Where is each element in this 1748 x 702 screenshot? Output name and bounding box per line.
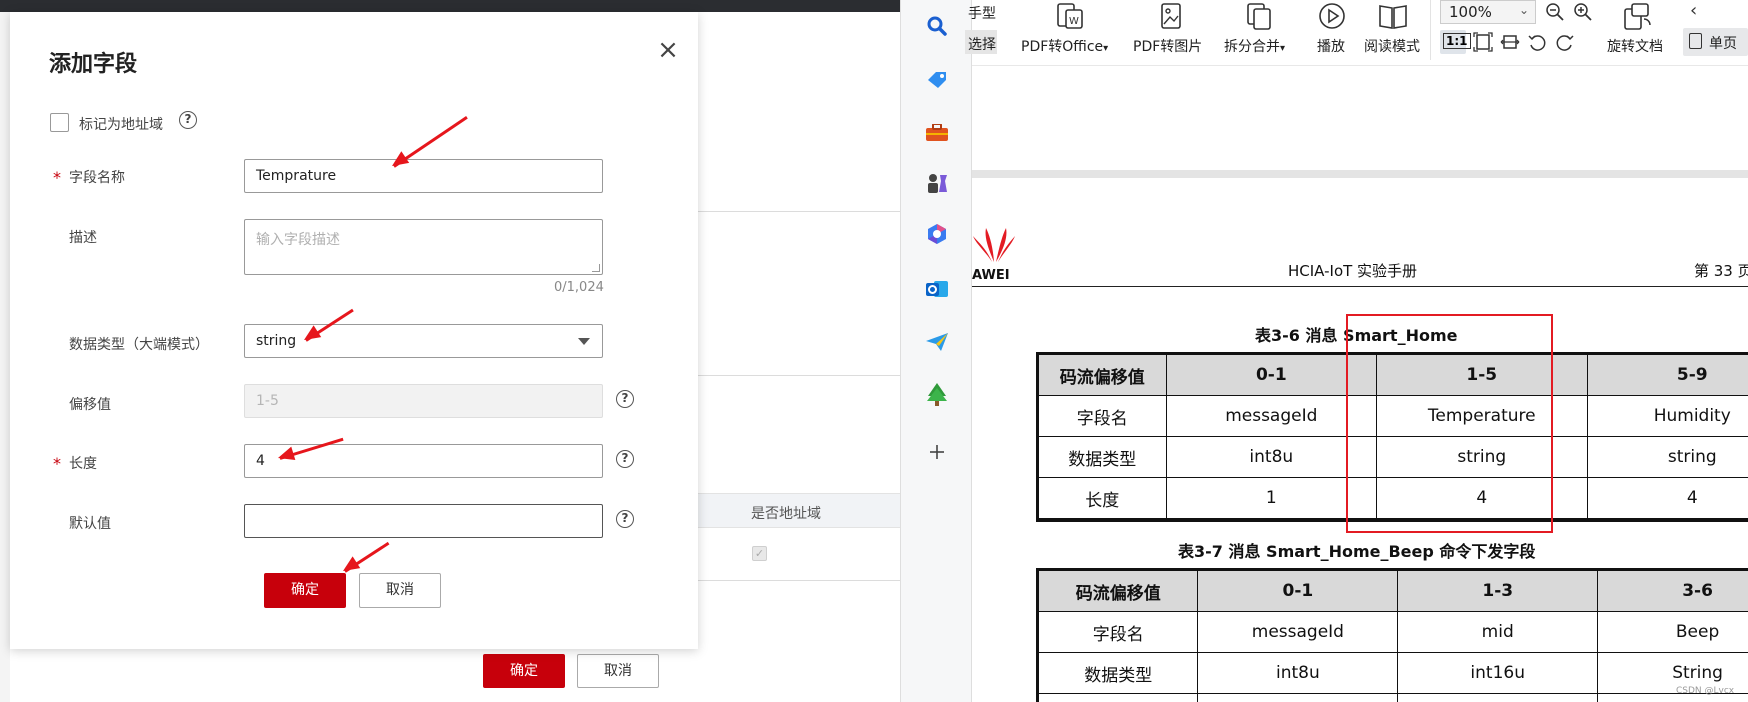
rotate-right-icon[interactable] xyxy=(1555,32,1575,52)
help-icon[interactable]: ? xyxy=(616,390,634,408)
zoom-in-icon[interactable] xyxy=(1573,2,1593,22)
zoom-out-icon[interactable] xyxy=(1545,2,1565,22)
svg-text:W: W xyxy=(1069,16,1079,27)
offset-input: 1-5 xyxy=(244,384,603,418)
default-value-label: 默认值 xyxy=(69,516,111,532)
outlook-icon[interactable] xyxy=(925,278,949,300)
pdf-to-office-button[interactable]: PDF转Office▾ xyxy=(1021,36,1108,56)
description-placeholder: 输入字段描述 xyxy=(256,232,340,248)
tree-icon[interactable] xyxy=(925,382,949,406)
mark-address-label: 标记为地址域 xyxy=(79,117,163,133)
background-confirm-button[interactable]: 确定 xyxy=(483,654,565,688)
send-icon[interactable] xyxy=(925,332,949,352)
background-divider xyxy=(698,580,900,581)
length-label: 长度 xyxy=(69,456,97,472)
rotate-left-icon[interactable] xyxy=(1527,32,1547,52)
overlay-edge xyxy=(0,12,10,702)
cancel-button[interactable]: 取消 xyxy=(359,573,441,608)
pdf-to-image-icon[interactable] xyxy=(1158,2,1186,30)
logo-text: AWEI xyxy=(972,268,1010,283)
mark-address-checkbox[interactable] xyxy=(50,113,69,132)
huawei-logo-icon xyxy=(972,222,1016,264)
data-type-select[interactable]: string xyxy=(244,324,603,358)
zoom-select[interactable]: 100% ⌄ xyxy=(1440,0,1536,24)
page-number: 第 33 页 xyxy=(1694,262,1748,280)
add-field-dialog: 添加字段 × 标记为地址域 ? * 字段名称 Temprature 描述 输入字… xyxy=(10,12,698,649)
rotate-document-button[interactable]: 旋转文档 xyxy=(1607,36,1663,56)
split-merge-icon[interactable] xyxy=(1244,2,1274,30)
data-type-label: 数据类型（大端模式） xyxy=(69,337,209,353)
single-page-button[interactable]: 单页 xyxy=(1683,28,1748,56)
reading-mode-button[interactable]: 阅读模式 xyxy=(1364,36,1420,56)
description-textarea[interactable]: 输入字段描述 xyxy=(244,219,603,275)
page-icon xyxy=(1689,33,1702,49)
play-button[interactable]: 播放 xyxy=(1317,36,1345,56)
tag-icon[interactable] xyxy=(926,70,948,90)
select-tool-label[interactable]: 选择 xyxy=(968,34,996,54)
table2-caption: 表3-7 消息 Smart_Home_Beep 命令下发字段 xyxy=(1178,542,1536,561)
background-table-header: 是否地址域 xyxy=(696,493,900,528)
document-header-title: HCIA-IoT 实验手册 xyxy=(1288,262,1418,280)
play-icon[interactable] xyxy=(1317,1,1347,31)
browser-top-bar xyxy=(0,0,900,12)
description-label: 描述 xyxy=(69,230,97,246)
field-name-label: 字段名称 xyxy=(69,170,125,186)
copilot-icon[interactable] xyxy=(925,222,949,246)
default-value-input[interactable] xyxy=(244,504,603,538)
help-icon[interactable]: ? xyxy=(616,450,634,468)
required-asterisk: * xyxy=(53,168,61,187)
add-icon[interactable] xyxy=(927,442,947,462)
table2-outer-border xyxy=(1036,568,1748,702)
description-char-counter: 0/1,024 xyxy=(554,280,604,295)
help-icon[interactable]: ? xyxy=(616,510,634,528)
toolbar-separator xyxy=(1430,0,1431,60)
close-icon[interactable]: × xyxy=(654,36,682,64)
fit-width-icon[interactable] xyxy=(1500,32,1520,52)
confirm-button[interactable]: 确定 xyxy=(264,573,346,608)
resize-grip-icon[interactable] xyxy=(592,264,600,272)
app-sidebar xyxy=(900,0,972,702)
rotate-document-icon[interactable] xyxy=(1622,1,1654,31)
hand-tool-label[interactable]: 手型 xyxy=(968,3,996,23)
page-gap xyxy=(972,170,1748,178)
background-divider xyxy=(698,375,900,376)
address-column-header: 是否地址域 xyxy=(751,506,821,522)
reading-mode-icon[interactable] xyxy=(1377,2,1409,30)
chevron-down-icon: ⌄ xyxy=(1518,3,1529,17)
watermark: CSDN @Lvcx xyxy=(1676,686,1735,696)
highlight-rectangle xyxy=(1346,314,1553,533)
data-type-value: string xyxy=(256,333,297,349)
offset-label: 偏移值 xyxy=(69,397,111,413)
pdf-to-image-button[interactable]: PDF转图片 xyxy=(1133,36,1202,56)
header-rule xyxy=(972,286,1748,287)
help-icon[interactable]: ? xyxy=(179,111,197,129)
length-input[interactable]: 4 xyxy=(244,444,603,478)
fit-page-icon[interactable] xyxy=(1473,32,1493,52)
zoom-value: 100% xyxy=(1449,3,1492,21)
chess-icon[interactable] xyxy=(925,172,949,194)
search-icon[interactable] xyxy=(927,16,947,36)
chevron-down-icon xyxy=(578,338,590,345)
pdf-to-office-icon[interactable]: W xyxy=(1055,2,1085,30)
background-row-checkbox: ✓ xyxy=(752,546,767,561)
split-merge-button[interactable]: 拆分合并▾ xyxy=(1224,36,1285,56)
actual-size-button[interactable]: 1:1 xyxy=(1440,30,1471,54)
field-name-input[interactable]: Temprature xyxy=(244,159,603,193)
dialog-title: 添加字段 xyxy=(49,52,138,77)
toolbox-icon[interactable] xyxy=(925,123,949,142)
background-divider xyxy=(698,211,900,212)
chevron-left-icon[interactable]: ‹ xyxy=(1690,0,1710,22)
background-cancel-button[interactable]: 取消 xyxy=(577,654,659,688)
required-asterisk: * xyxy=(53,454,61,473)
